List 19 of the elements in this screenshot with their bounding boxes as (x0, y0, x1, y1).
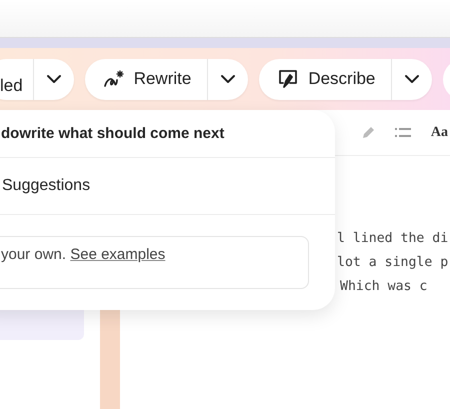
popup-title: dowrite what should come next (1, 125, 224, 142)
suggestions-option[interactable]: Suggestions (0, 158, 335, 215)
chevron-down-icon (46, 74, 62, 84)
text-line: lot a single p (337, 254, 448, 272)
list-icon[interactable] (394, 126, 411, 138)
toolbar-button[interactable]: led (0, 58, 34, 100)
text-line: l lined the di (337, 230, 448, 248)
toolbar-button[interactable]: Rewrite (84, 58, 208, 100)
chevron-down-icon (220, 74, 236, 84)
font-style-button[interactable]: Aa (430, 124, 448, 140)
sparkle-handwriting-icon (102, 70, 125, 88)
chat-pen-icon (277, 68, 300, 90)
text-line: Which was c (340, 278, 428, 296)
field-hint: your own. (1, 246, 66, 263)
toolbar-button[interactable]: Describe (259, 58, 392, 100)
see-examples-link[interactable]: See examples (70, 246, 166, 263)
chevron-down-icon (404, 74, 420, 84)
input-field[interactable]: your own. See examples (0, 236, 309, 289)
pencil-icon[interactable] (360, 126, 375, 140)
